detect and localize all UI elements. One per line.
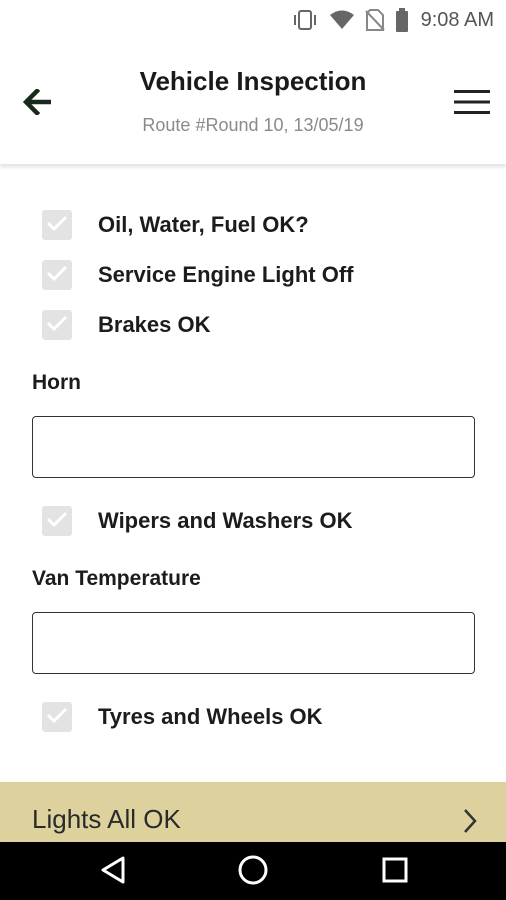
checklist-item-label: Tyres and Wheels OK (98, 704, 323, 729)
checkmark-icon (46, 264, 68, 287)
nav-home-button[interactable] (235, 854, 271, 890)
status-time: 9:08 AM (420, 8, 494, 31)
checklist-item-service-engine-light[interactable]: Service Engine Light Off (42, 259, 353, 291)
horn-input[interactable] (32, 416, 475, 478)
checkbox[interactable] (42, 506, 72, 536)
horn-label: Horn (32, 371, 81, 394)
checkbox[interactable] (42, 210, 72, 240)
status-icons: 9:08 AM (291, 6, 494, 34)
checklist-item-oil-water-fuel[interactable]: Oil, Water, Fuel OK? (42, 209, 309, 241)
inspection-form: Oil, Water, Fuel OK? Service Engine Ligh… (0, 164, 506, 782)
menu-button[interactable] (450, 84, 494, 124)
page-title: Vehicle Inspection (139, 66, 367, 96)
app-bar: Vehicle Inspection Route #Round 10, 13/0… (0, 40, 506, 164)
home-circle-icon (237, 854, 269, 891)
page-subtitle: Route #Round 10, 13/05/19 (142, 115, 364, 135)
wifi-icon (329, 10, 355, 30)
checklist-item-label: Service Engine Light Off (98, 262, 354, 287)
hamburger-menu-icon (454, 89, 490, 120)
checkbox[interactable] (42, 260, 72, 290)
chevron-right-icon (462, 808, 478, 839)
checkmark-icon (46, 214, 68, 237)
van-temperature-input[interactable] (32, 612, 475, 674)
checklist-item-label: Wipers and Washers OK (98, 508, 353, 533)
system-nav-bar (0, 842, 506, 900)
checkmark-icon (46, 706, 68, 729)
van-temperature-label: Van Temperature (32, 567, 201, 590)
battery-icon (395, 8, 409, 32)
checklist-item-label: Brakes OK (98, 312, 211, 337)
checklist-item-tyres-wheels[interactable]: Tyres and Wheels OK (42, 701, 323, 733)
lights-all-ok-label: Lights All OK (32, 804, 181, 834)
recents-square-icon (381, 856, 409, 889)
checklist-item-brakes[interactable]: Brakes OK (42, 309, 211, 341)
lights-all-ok-button[interactable]: Lights All OK (0, 782, 506, 842)
nav-back-button[interactable] (95, 854, 131, 890)
back-triangle-icon (99, 855, 127, 890)
checkbox[interactable] (42, 310, 72, 340)
vibrate-icon (291, 9, 319, 31)
checkbox[interactable] (42, 702, 72, 732)
checkmark-icon (46, 510, 68, 533)
nav-recents-button[interactable] (377, 854, 413, 890)
checklist-item-wipers-washers[interactable]: Wipers and Washers OK (42, 505, 353, 537)
no-sim-icon (364, 9, 385, 31)
status-bar: 9:08 AM (0, 0, 506, 40)
checklist-item-label: Oil, Water, Fuel OK? (98, 212, 309, 237)
checkmark-icon (46, 314, 68, 337)
